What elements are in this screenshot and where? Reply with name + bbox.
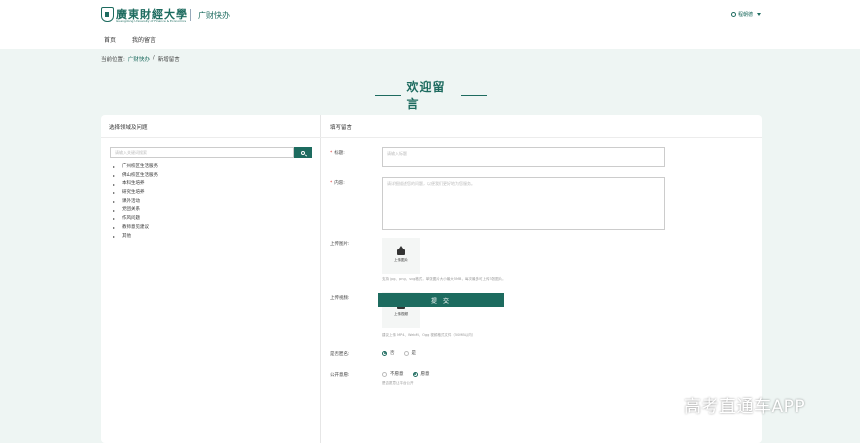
- content-label: * 内容:: [330, 180, 345, 186]
- anonymous-no-text: 否: [390, 351, 395, 356]
- public-hint: 是否愿意让平台公开: [382, 381, 414, 385]
- caret-right-icon: [113, 227, 115, 230]
- tree-item[interactable]: 作风问题: [113, 215, 158, 224]
- title-line-left: [375, 94, 402, 96]
- page-title-text: 欢迎留言: [406, 80, 446, 111]
- caret-right-icon: [113, 192, 115, 195]
- user-name: 程朝德: [738, 12, 754, 18]
- nav-home[interactable]: 首页: [104, 35, 116, 44]
- tree-item-label: 其他: [122, 233, 131, 239]
- breadcrumb-prefix: 当前位置:: [101, 57, 125, 63]
- breadcrumb-link[interactable]: 广财快办: [128, 55, 150, 63]
- search-icon: [301, 150, 305, 155]
- image-upload-text: 上传图片: [394, 258, 408, 262]
- radio-checked-icon[interactable]: [382, 350, 387, 356]
- radio-checked-icon[interactable]: [412, 371, 418, 377]
- tree-item[interactable]: 广州校区生活服务: [113, 163, 158, 172]
- public-no-option[interactable]: 不愿意: [382, 371, 404, 377]
- title-field[interactable]: [382, 147, 665, 167]
- logo-english-text: Guangdong University of Finance & Econom…: [116, 19, 187, 23]
- tree-item-label: 课外活动: [122, 198, 140, 204]
- title-label: * 标题:: [330, 150, 345, 156]
- page-title: 欢迎留言: [375, 80, 487, 111]
- public-label: 公开意愿:: [330, 373, 350, 378]
- content-label-text: 内容:: [334, 181, 345, 186]
- tree-item-label: 党团关系: [122, 207, 140, 213]
- tree-item[interactable]: 本科生培养: [113, 180, 158, 189]
- anonymous-no-option[interactable]: 否: [382, 350, 395, 356]
- public-yes-text: 愿意: [420, 372, 430, 377]
- app-name: 广财快办: [198, 11, 230, 20]
- tree-item[interactable]: 佛山校区生活服务: [113, 172, 158, 181]
- caret-right-icon: [113, 218, 115, 221]
- title-label-text: 标题:: [334, 151, 345, 156]
- image-upload-button[interactable]: 上传图片: [382, 238, 420, 274]
- caret-right-icon: [113, 235, 115, 238]
- search-input[interactable]: [110, 147, 294, 158]
- user-icon: [731, 12, 736, 17]
- anonymous-label: 是否匿名:: [330, 352, 350, 357]
- chevron-down-icon: [757, 13, 762, 16]
- tree-item[interactable]: 党团关系: [113, 206, 158, 215]
- tree-item[interactable]: 研究生培养: [113, 189, 158, 198]
- left-panel-heading: 选择领域及问题: [109, 125, 148, 131]
- form-heading: 填写留言: [330, 125, 353, 131]
- caret-right-icon: [113, 201, 115, 204]
- search-button[interactable]: [294, 147, 312, 158]
- column-divider: [320, 115, 321, 443]
- content-field[interactable]: [382, 177, 665, 230]
- tree-item-label: 研究生培养: [122, 190, 145, 196]
- category-tree: 广州校区生活服务 佛山校区生活服务 本科生培养 研究生培养 课外活动 党团关系 …: [113, 163, 158, 241]
- anonymous-yes-option[interactable]: 是: [403, 350, 417, 356]
- message-card: 选择领域及问题 填写留言 广州校区生活服务 佛山校区生活服务 本科生培养 研究生…: [101, 115, 762, 443]
- caret-right-icon: [113, 175, 115, 178]
- caret-right-icon: [113, 183, 115, 186]
- tree-item-label: 作风问题: [122, 216, 140, 222]
- anonymous-yes-text: 是: [411, 351, 417, 356]
- tree-item[interactable]: 教师意见建议: [113, 224, 158, 233]
- breadcrumb-current: 新增留言: [157, 57, 180, 63]
- image-upload-label: 上传图片:: [330, 242, 350, 247]
- tree-item-label: 本科生培养: [122, 181, 145, 187]
- nav-my-messages[interactable]: 我的留言: [132, 35, 156, 44]
- radio-unchecked-icon[interactable]: [382, 371, 387, 377]
- required-mark: *: [330, 151, 333, 156]
- image-upload-hint: 支持 jpg、png、svg格式，单张图片大小最大5MB，每次最多可上传3张图片…: [382, 277, 506, 281]
- breadcrumb-separator: /: [152, 55, 155, 61]
- caret-right-icon: [113, 166, 115, 169]
- anonymous-radio-group: 否 是: [382, 350, 425, 356]
- video-upload-label: 上传视频:: [330, 296, 350, 301]
- tree-item[interactable]: 课外活动: [113, 198, 158, 207]
- title-line-right: [460, 94, 487, 96]
- tree-item-label: 佛山校区生活服务: [122, 172, 158, 178]
- video-upload-text: 上传视频: [394, 312, 408, 316]
- user-menu[interactable]: 程朝德: [731, 11, 762, 18]
- tree-item-label: 广州校区生活服务: [122, 164, 158, 169]
- submit-button[interactable]: 提 交: [378, 293, 504, 307]
- required-mark: *: [330, 181, 333, 186]
- heading-divider: [101, 137, 762, 138]
- university-logo-icon: [101, 7, 114, 22]
- breadcrumb: 当前位置: 广财快办 / 新增留言: [101, 55, 180, 63]
- upload-image-icon: [397, 246, 405, 255]
- video-upload-hint: 建议上传 MP4、WebM、Ogg 视频格式文件（50MB以内）: [382, 333, 476, 337]
- tree-item[interactable]: 其他: [113, 233, 158, 242]
- radio-unchecked-icon[interactable]: [403, 350, 409, 356]
- public-yes-option[interactable]: 愿意: [412, 371, 430, 377]
- public-no-text: 不愿意: [390, 372, 404, 377]
- caret-right-icon: [113, 209, 115, 212]
- public-radio-group: 不愿意 愿意: [382, 371, 439, 377]
- logo-divider: [190, 9, 191, 21]
- watermark: 高考直通车APP: [684, 397, 806, 417]
- tree-item-label: 教师意见建议: [122, 224, 149, 230]
- top-bar: 廣東財經大學 Guangdong University of Finance &…: [0, 0, 860, 49]
